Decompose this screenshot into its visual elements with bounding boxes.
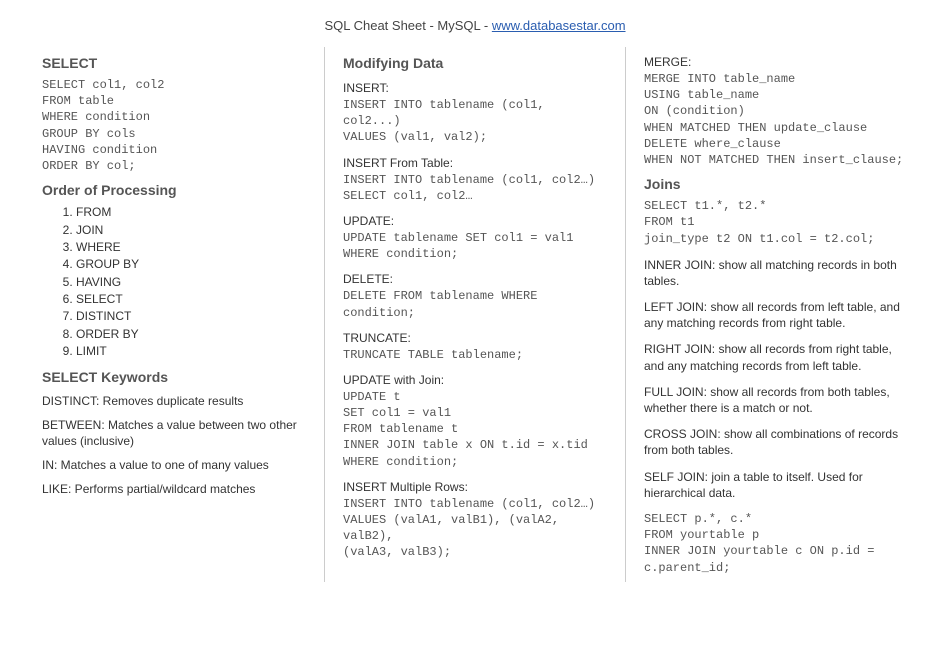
- merge-code: MERGE INTO table_name USING table_name O…: [644, 71, 908, 168]
- update-heading: UPDATE:: [343, 214, 607, 228]
- column-2: Modifying Data INSERT: INSERT INTO table…: [324, 47, 625, 582]
- title-link[interactable]: www.databasestar.com: [492, 18, 626, 33]
- list-item: JOIN: [76, 222, 306, 239]
- order-of-processing-heading: Order of Processing: [42, 182, 306, 198]
- insert-from-table-code: INSERT INTO tablename (col1, col2…) SELE…: [343, 172, 607, 204]
- select-heading: SELECT: [42, 55, 306, 71]
- join-desc: INNER JOIN: show all matching records in…: [644, 257, 908, 289]
- order-of-processing-list: FROM JOIN WHERE GROUP BY HAVING SELECT D…: [76, 204, 306, 361]
- insert-heading: INSERT:: [343, 81, 607, 95]
- modifying-data-heading: Modifying Data: [343, 55, 607, 71]
- delete-heading: DELETE:: [343, 272, 607, 286]
- joins-code: SELECT t1.*, t2.* FROM t1 join_type t2 O…: [644, 198, 908, 247]
- page-title: SQL Cheat Sheet - MySQL - www.databasest…: [0, 0, 950, 47]
- keyword-row: BETWEEN: Matches a value between two oth…: [42, 417, 306, 449]
- update-code: UPDATE tablename SET col1 = val1 WHERE c…: [343, 230, 607, 262]
- columns-container: SELECT SELECT col1, col2 FROM table WHER…: [0, 47, 950, 582]
- select-keywords-heading: SELECT Keywords: [42, 369, 306, 385]
- title-text: SQL Cheat Sheet - MySQL -: [324, 18, 491, 33]
- truncate-heading: TRUNCATE:: [343, 331, 607, 345]
- list-item: ORDER BY: [76, 326, 306, 343]
- join-desc: CROSS JOIN: show all combinations of rec…: [644, 426, 908, 458]
- self-join-code: SELECT p.*, c.* FROM yourtable p INNER J…: [644, 511, 908, 576]
- update-join-heading: UPDATE with Join:: [343, 373, 607, 387]
- delete-code: DELETE FROM tablename WHERE condition;: [343, 288, 607, 320]
- select-code: SELECT col1, col2 FROM table WHERE condi…: [42, 77, 306, 174]
- list-item: DISTINCT: [76, 308, 306, 325]
- update-join-code: UPDATE t SET col1 = val1 FROM tablename …: [343, 389, 607, 470]
- insert-multi-heading: INSERT Multiple Rows:: [343, 480, 607, 494]
- self-join-desc: SELF JOIN: join a table to itself. Used …: [644, 469, 908, 501]
- keyword-row: IN: Matches a value to one of many value…: [42, 457, 306, 473]
- keyword-row: LIKE: Performs partial/wildcard matches: [42, 481, 306, 497]
- merge-heading: MERGE:: [644, 55, 908, 69]
- list-item: HAVING: [76, 274, 306, 291]
- list-item: SELECT: [76, 291, 306, 308]
- insert-code: INSERT INTO tablename (col1, col2...) VA…: [343, 97, 607, 146]
- column-3: MERGE: MERGE INTO table_name USING table…: [625, 47, 926, 582]
- joins-heading: Joins: [644, 176, 908, 192]
- list-item: FROM: [76, 204, 306, 221]
- list-item: WHERE: [76, 239, 306, 256]
- keyword-row: DISTINCT: Removes duplicate results: [42, 393, 306, 409]
- truncate-code: TRUNCATE TABLE tablename;: [343, 347, 607, 363]
- list-item: GROUP BY: [76, 256, 306, 273]
- join-desc: LEFT JOIN: show all records from left ta…: [644, 299, 908, 331]
- list-item: LIMIT: [76, 343, 306, 360]
- insert-multi-code: INSERT INTO tablename (col1, col2…) VALU…: [343, 496, 607, 561]
- insert-from-table-heading: INSERT From Table:: [343, 156, 607, 170]
- join-desc: RIGHT JOIN: show all records from right …: [644, 341, 908, 373]
- join-desc: FULL JOIN: show all records from both ta…: [644, 384, 908, 416]
- column-1: SELECT SELECT col1, col2 FROM table WHER…: [24, 47, 324, 582]
